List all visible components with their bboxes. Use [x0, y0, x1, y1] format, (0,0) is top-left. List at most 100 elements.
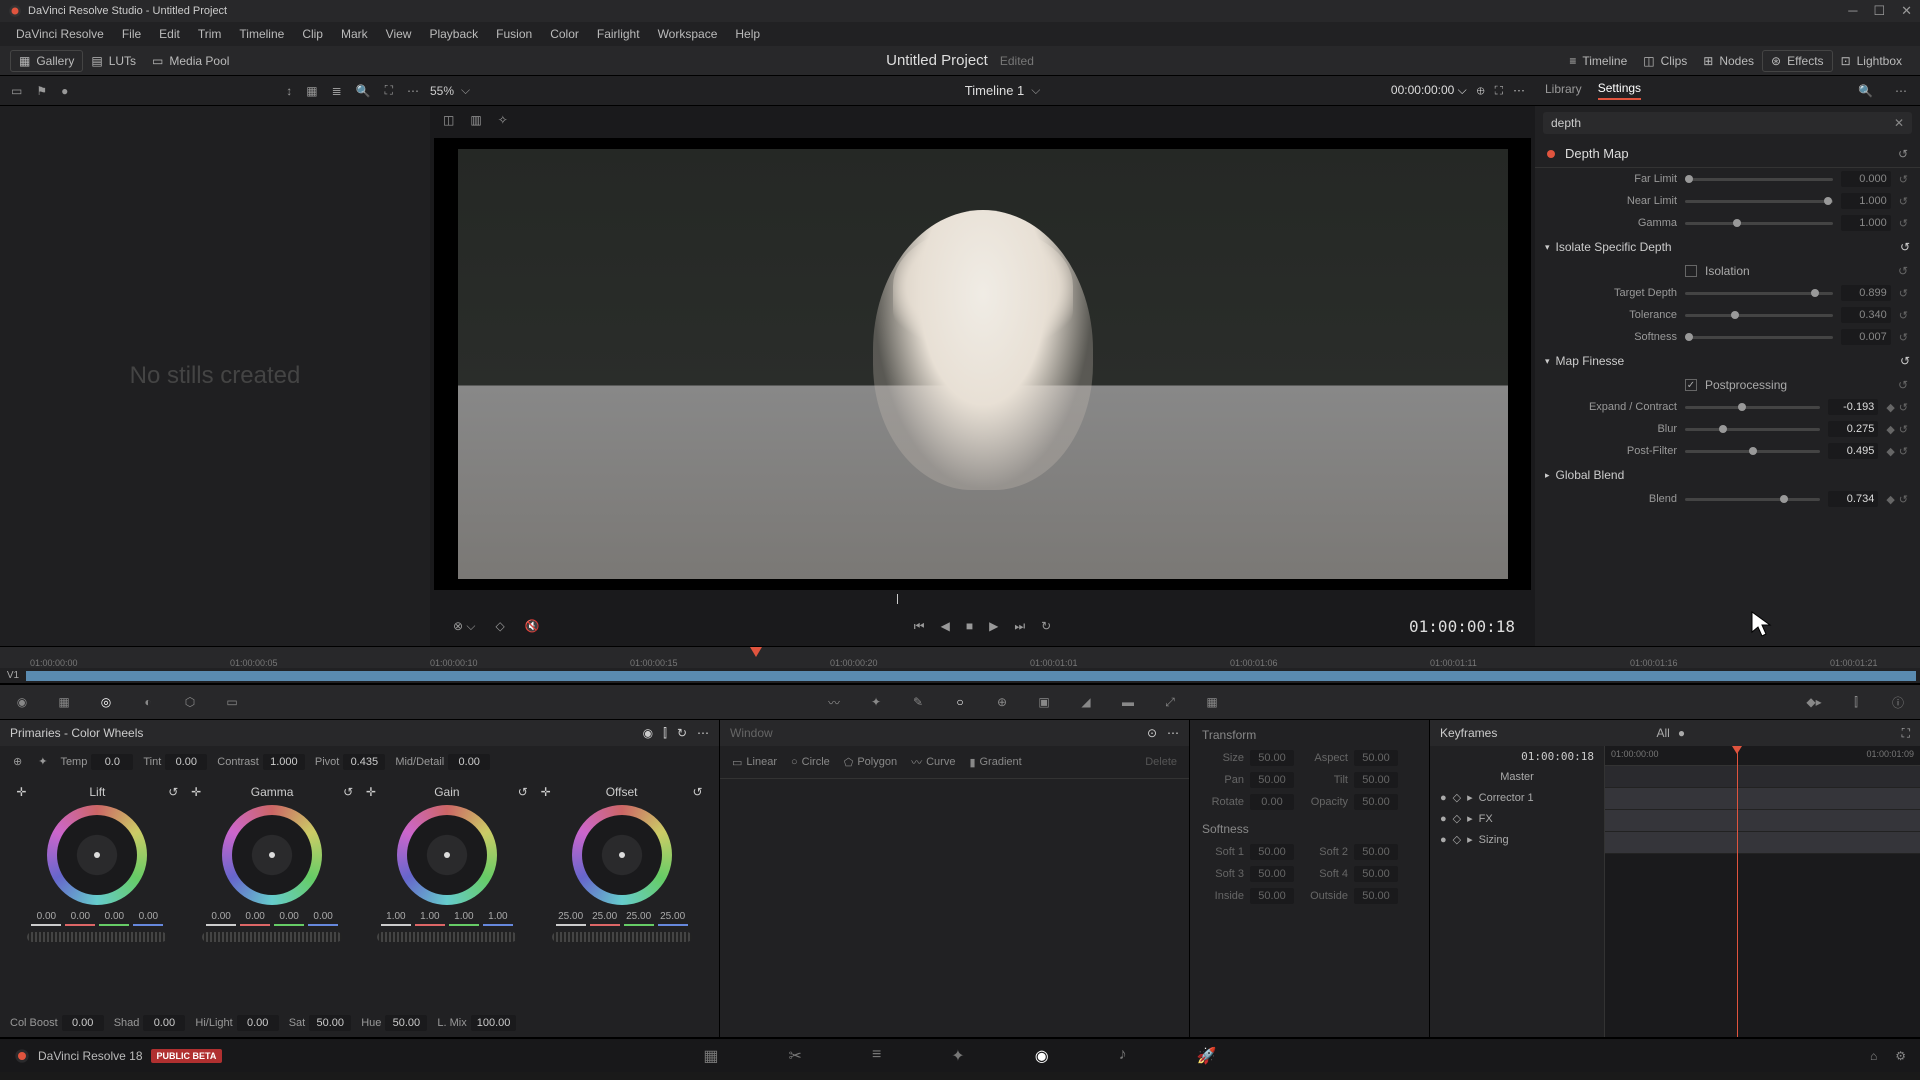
- wheel-value[interactable]: 1.00: [415, 911, 445, 926]
- expand-icon[interactable]: ⛶: [382, 80, 396, 101]
- isolation-checkbox-row[interactable]: Isolation↺: [1535, 260, 1920, 282]
- search-icon[interactable]: 🔍: [353, 81, 374, 101]
- reset-finesse-icon[interactable]: ↺: [1900, 354, 1910, 368]
- camera-raw-icon[interactable]: ◉: [12, 692, 32, 712]
- timeline-clip[interactable]: [26, 671, 1916, 681]
- adjustment-pivot[interactable]: Pivot0.435: [315, 754, 385, 770]
- page-edit-icon[interactable]: ≡: [872, 1046, 881, 1066]
- image-wipe-icon[interactable]: ◫: [440, 110, 457, 130]
- kf-playhead[interactable]: [1737, 746, 1738, 1037]
- menu-app[interactable]: DaVinci Resolve: [8, 25, 112, 43]
- loop-icon[interactable]: ↻: [1038, 616, 1054, 636]
- menu-help[interactable]: Help: [727, 25, 768, 43]
- picker-icon[interactable]: ✛: [366, 785, 376, 799]
- step-back-icon[interactable]: ◀: [938, 616, 953, 636]
- param-reset-icon[interactable]: ↺: [1899, 331, 1908, 344]
- reset-post-icon[interactable]: ↺: [1898, 378, 1908, 392]
- shape-linear[interactable]: ▭ Linear: [732, 754, 777, 770]
- adjustment-bottom[interactable]: Hue50.00: [361, 1015, 427, 1031]
- effects-toggle[interactable]: ⊛Effects: [1762, 50, 1833, 72]
- kf-dot-icon[interactable]: ●: [1678, 726, 1685, 740]
- magic-mask-icon[interactable]: ▣: [1034, 692, 1054, 712]
- menu-file[interactable]: File: [114, 25, 149, 43]
- param-value[interactable]: 1.000: [1841, 215, 1891, 231]
- tab-library[interactable]: Library: [1545, 82, 1582, 99]
- wheel-value[interactable]: 25.00: [556, 911, 586, 926]
- picker-icon[interactable]: ✛: [541, 785, 551, 799]
- color-wheel[interactable]: [222, 805, 322, 905]
- duration-timecode[interactable]: 00:00:00:00 ⌵ ⊕ ⛶ ⋯: [1391, 83, 1525, 98]
- shape-circle[interactable]: ○ Circle: [791, 754, 830, 770]
- menu-fairlight[interactable]: Fairlight: [589, 25, 648, 43]
- bypass-icon[interactable]: ⊗ ⌵: [450, 616, 479, 637]
- jog-wheel[interactable]: [552, 932, 692, 942]
- postprocessing-checkbox-row[interactable]: ✓Postprocessing↺: [1535, 374, 1920, 396]
- size-field[interactable]: Aspect50.00: [1306, 750, 1398, 766]
- viewer-timecode[interactable]: 01:00:00:18: [1409, 617, 1515, 636]
- window-opts-icon[interactable]: ⊙: [1147, 726, 1157, 740]
- kf-eye-icon[interactable]: ◇: [1453, 812, 1461, 825]
- menu-playback[interactable]: Playback: [421, 25, 486, 43]
- wheel-value[interactable]: 0.00: [31, 911, 61, 926]
- jog-wheel[interactable]: [27, 932, 167, 942]
- section-isolate[interactable]: ▾Isolate Specific Depth↺: [1535, 234, 1920, 260]
- postprocessing-checkbox[interactable]: ✓: [1685, 379, 1697, 391]
- kf-eye-icon[interactable]: ◇: [1453, 833, 1461, 846]
- keyframes-icon[interactable]: ◆▸: [1804, 692, 1824, 712]
- options-icon[interactable]: ⋯: [1892, 81, 1910, 101]
- kf-track-master[interactable]: [1605, 766, 1920, 788]
- kf-track-corrector[interactable]: [1605, 788, 1920, 810]
- picker-icon[interactable]: ⊕: [10, 752, 25, 771]
- primaries-more-icon[interactable]: ⋯: [697, 726, 709, 741]
- effect-search[interactable]: ✕: [1543, 112, 1912, 134]
- param-slider[interactable]: [1685, 314, 1833, 317]
- play-icon[interactable]: ▶: [986, 616, 1001, 636]
- search-button[interactable]: 🔍: [1855, 81, 1876, 101]
- kf-eye-icon[interactable]: ◇: [1453, 791, 1461, 804]
- menu-mark[interactable]: Mark: [333, 25, 376, 43]
- kf-track-row[interactable]: ●◇▸ Corrector 1: [1430, 787, 1604, 808]
- param-reset-icon[interactable]: ↺: [1899, 173, 1908, 186]
- menu-fusion[interactable]: Fusion: [488, 25, 540, 43]
- qualifier-icon[interactable]: ✎: [908, 692, 928, 712]
- param-reset-icon[interactable]: ↺: [1899, 401, 1908, 414]
- reset-isolation-icon[interactable]: ↺: [1898, 264, 1908, 278]
- color-wheel[interactable]: [397, 805, 497, 905]
- menu-trim[interactable]: Trim: [190, 25, 230, 43]
- timeline-dropdown-icon[interactable]: ⌵: [1028, 80, 1043, 101]
- size-field[interactable]: Opacity50.00: [1306, 794, 1398, 810]
- stop-icon[interactable]: ■: [963, 616, 976, 636]
- page-fairlight-icon[interactable]: ♪: [1119, 1046, 1127, 1066]
- tracker-icon[interactable]: ⊕: [992, 692, 1012, 712]
- section-finesse[interactable]: ▾Map Finesse↺: [1535, 348, 1920, 374]
- effect-search-input[interactable]: [1551, 116, 1894, 130]
- effect-header[interactable]: Depth Map ↺: [1535, 140, 1920, 168]
- wheel-value[interactable]: 0.00: [240, 911, 270, 926]
- size-field[interactable]: Rotate0.00: [1202, 794, 1294, 810]
- kf-expand-icon[interactable]: ⛶: [1902, 726, 1910, 741]
- playhead-icon[interactable]: [750, 647, 762, 657]
- clear-search-icon[interactable]: ✕: [1894, 116, 1904, 130]
- zoom-level[interactable]: 55%: [430, 84, 454, 98]
- nodes-toggle[interactable]: ⊞Nodes: [1695, 50, 1762, 72]
- param-slider[interactable]: [1685, 200, 1833, 203]
- sort-icon[interactable]: ↕: [283, 81, 295, 101]
- param-reset-icon[interactable]: ↺: [1899, 423, 1908, 436]
- kf-icon[interactable]: ◆: [1886, 423, 1894, 436]
- blend-value[interactable]: 0.734: [1828, 491, 1878, 507]
- wheel-reset-icon[interactable]: ↺: [693, 785, 703, 799]
- kf-track-fx[interactable]: [1605, 810, 1920, 832]
- effect-enable-dot[interactable]: [1547, 150, 1555, 158]
- video-track[interactable]: V1: [0, 668, 1920, 684]
- mute-icon[interactable]: 🔇: [522, 616, 543, 637]
- picker-icon[interactable]: ✛: [191, 785, 201, 799]
- jog-wheel[interactable]: [377, 932, 517, 942]
- adjustment-bottom[interactable]: Sat50.00: [289, 1015, 352, 1031]
- menu-edit[interactable]: Edit: [151, 25, 188, 43]
- awb-icon[interactable]: ✦: [35, 752, 50, 771]
- kf-track-row[interactable]: Master: [1430, 767, 1604, 787]
- section-global-blend[interactable]: ▸Global Blend: [1535, 462, 1920, 488]
- reset-effect-icon[interactable]: ↺: [1898, 147, 1908, 161]
- adjustment-mid/detail[interactable]: Mid/Detail0.00: [395, 754, 490, 770]
- param-value[interactable]: 0.340: [1841, 307, 1891, 323]
